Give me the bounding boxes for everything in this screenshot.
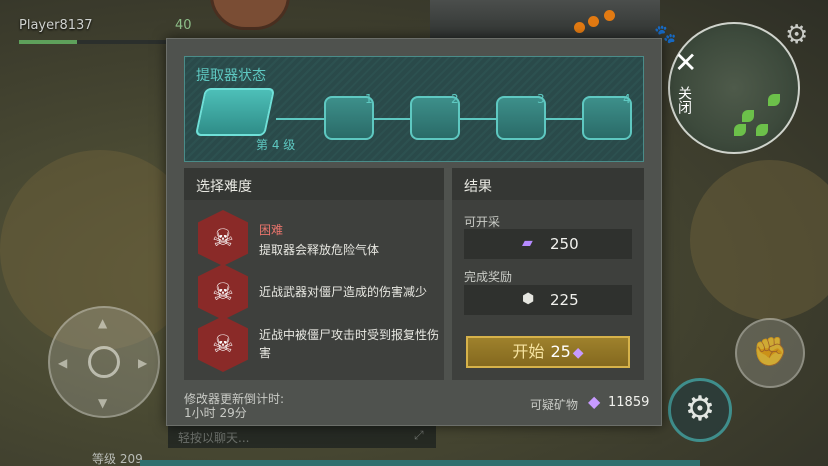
- start-button[interactable]: 开始 25 ◆: [466, 336, 630, 368]
- close-icon[interactable]: ✕: [674, 46, 697, 79]
- health-bar: [19, 40, 189, 44]
- expand-icon[interactable]: ⤢: [414, 428, 424, 443]
- timer-value: 1小时 29分: [184, 406, 247, 420]
- joystick-down-arrow-icon: ▼: [98, 396, 108, 410]
- crystal-label: 可疑矿物: [530, 398, 579, 412]
- minimap-marker-leaf: [756, 124, 768, 136]
- modifier-text: 提取器会释放危险气体: [259, 243, 380, 257]
- connector-line: [546, 118, 584, 120]
- health-bar-fill: [19, 40, 77, 44]
- crop-dot: [574, 22, 585, 33]
- start-cost: 25: [550, 342, 571, 361]
- crafting-gear-icon[interactable]: ⚙: [668, 378, 732, 442]
- timer-caption: 修改器更新倒计时:: [184, 392, 285, 406]
- node-number: 1: [365, 92, 373, 106]
- joystick-left-arrow-icon: ◀: [58, 356, 68, 370]
- crystal-icon: ◆: [572, 345, 584, 361]
- hard-label: 困难: [259, 223, 284, 237]
- status-title: 提取器状态: [196, 68, 266, 84]
- joystick-right-arrow-icon: ▶: [138, 356, 148, 370]
- minimap-marker-leaf: [734, 124, 746, 136]
- node-number: 4: [623, 92, 631, 106]
- minimap-marker-leaf: [742, 110, 754, 122]
- reward-label: 完成奖励: [464, 270, 513, 284]
- reward-value: 225: [464, 285, 632, 315]
- close-label[interactable]: 关闭: [674, 86, 694, 114]
- connector-line: [276, 118, 326, 120]
- ore-bar-icon: ▰: [522, 235, 533, 251]
- reward-hex-icon: ⬢: [522, 291, 535, 307]
- connector-line: [460, 118, 498, 120]
- background-machine: [430, 0, 660, 40]
- crop-dot: [588, 16, 599, 27]
- connector-line: [374, 118, 412, 120]
- crop-dot: [604, 10, 615, 21]
- modifier-text: 近战武器对僵尸造成的伤害减少: [259, 285, 428, 299]
- mineable-value: 250: [464, 229, 632, 259]
- bottom-strip: [140, 460, 700, 466]
- start-label: 开始: [512, 342, 545, 361]
- joystick-up-arrow-icon: ▲: [98, 316, 108, 330]
- extractor-level: 第 4 级: [256, 138, 296, 152]
- node-number: 3: [537, 92, 545, 106]
- node-number: 2: [451, 92, 459, 106]
- extractor-machine-icon: [194, 88, 276, 136]
- difficulty-title: 选择难度: [196, 179, 252, 195]
- joystick-knob[interactable]: [88, 346, 120, 378]
- modifier-text: 近战中被僵尸攻击时受到报复性伤害: [259, 328, 440, 360]
- ground-patch: [690, 160, 828, 320]
- result-title: 结果: [464, 179, 492, 195]
- crystal-icon: ◆: [588, 392, 601, 411]
- settings-gear-icon[interactable]: ⚙: [785, 20, 808, 50]
- timer-label: 修改器更新倒计时: 1小时 29分: [184, 392, 284, 420]
- chat-input[interactable]: 轻按以聊天...: [168, 426, 436, 448]
- health-value: 40: [175, 18, 192, 33]
- crystal-total: 11859: [608, 395, 650, 410]
- player-name: Player8137: [19, 18, 93, 33]
- minimap-marker-leaf: [768, 94, 780, 106]
- mineable-label: 可开采: [464, 215, 501, 229]
- background-tower: [210, 0, 290, 30]
- attack-fist-icon[interactable]: ✊: [735, 318, 805, 388]
- player-level: 等级 209: [92, 452, 143, 466]
